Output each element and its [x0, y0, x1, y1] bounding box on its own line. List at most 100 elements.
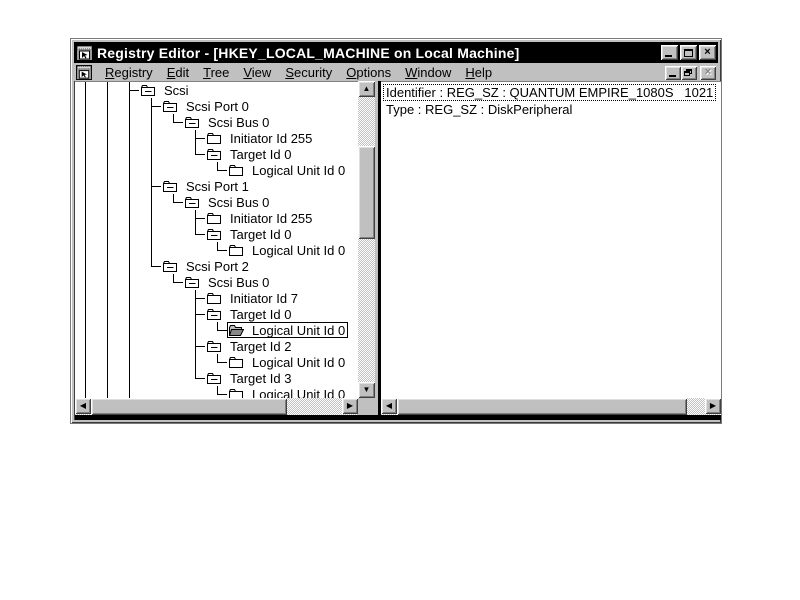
registry-tree-panel[interactable]: ScsiScsi Port 0Scsi Bus 0Initiator Id 25… [75, 81, 358, 398]
scroll-up-button[interactable]: ▲ [358, 81, 375, 97]
tree-item-scsi-bus-0[interactable]: Scsi Bus 0 [183, 274, 272, 290]
tree-guide-line [151, 146, 152, 162]
tree-item-initiator-id-255[interactable]: Initiator Id 255 [205, 130, 315, 146]
tree-item-scsi-port-1[interactable]: Scsi Port 1 [161, 178, 252, 194]
menu-item-edit[interactable]: Edit [160, 65, 196, 80]
value-row-type[interactable]: Type : REG_SZ : DiskPeripheral [383, 101, 575, 118]
tree-row: Scsi Bus 0 [75, 114, 358, 130]
tree-guide-line [151, 226, 152, 242]
expanded-folder-icon [162, 259, 182, 273]
tree-item-target-id-0[interactable]: Target Id 0 [205, 306, 294, 322]
tree-row: Scsi Port 0 [75, 98, 358, 114]
expanded-folder-icon [184, 195, 204, 209]
tree-item-target-id-0[interactable]: Target Id 0 [205, 146, 294, 162]
tree-guide-line [195, 234, 205, 235]
scrollbar-track[interactable] [358, 81, 375, 398]
window-bottom-edge [75, 415, 721, 420]
tree-guide-line [195, 218, 205, 219]
value-horizontal-scrollbar[interactable]: ◀ ▶ [381, 398, 721, 415]
scroll-right-button[interactable]: ▶ [705, 398, 721, 414]
tree-guide-line [195, 322, 196, 338]
tree-guide-line [195, 154, 205, 155]
scrollbar-thumb[interactable] [358, 146, 375, 239]
closed-folder-icon [228, 387, 248, 398]
scroll-right-button[interactable]: ▶ [342, 398, 358, 414]
tree-row: Initiator Id 255 [75, 210, 358, 226]
splitter-handle[interactable] [358, 398, 378, 415]
menu-item-tree[interactable]: Tree [196, 65, 236, 80]
tree-item-scsi-bus-0[interactable]: Scsi Bus 0 [183, 114, 272, 130]
expanded-folder-icon [206, 307, 226, 321]
tree-guide-line [217, 362, 227, 363]
tree-item-label: Logical Unit Id 0 [252, 163, 345, 178]
tree-row: Logical Unit Id 0 [75, 386, 358, 398]
tree-item-scsi[interactable]: Scsi [139, 82, 192, 98]
menu-item-registry[interactable]: Registry [98, 65, 160, 80]
expanded-folder-icon [206, 339, 226, 353]
scroll-left-button[interactable]: ◀ [381, 398, 397, 414]
tree-item-logical-unit-id-0[interactable]: Logical Unit Id 0 [227, 162, 348, 178]
tree-guide-line [217, 250, 227, 251]
tree-item-initiator-id-255[interactable]: Initiator Id 255 [205, 210, 315, 226]
tree-guide-line [195, 346, 205, 347]
tree-item-target-id-3[interactable]: Target Id 3 [205, 370, 294, 386]
scroll-down-button[interactable]: ▼ [358, 382, 375, 398]
scroll-left-button[interactable]: ◀ [75, 398, 91, 414]
closed-folder-icon [228, 163, 248, 177]
tree-item-label: Logical Unit Id 0 [252, 243, 345, 258]
menu-item-view[interactable]: View [236, 65, 278, 80]
tree-row: Target Id 3 [75, 370, 358, 386]
closed-folder-icon [228, 243, 248, 257]
tree-guide-line [129, 90, 139, 91]
mdi-close-button[interactable]: × [700, 66, 716, 80]
close-button[interactable]: × [699, 45, 716, 60]
tree-row: Target Id 2 [75, 338, 358, 354]
menu-items: RegistryEditTreeViewSecurityOptionsWindo… [98, 65, 499, 80]
expanded-folder-icon [206, 147, 226, 161]
scrollbar-thumb[interactable] [397, 398, 687, 415]
tree-item-target-id-2[interactable]: Target Id 2 [205, 338, 294, 354]
tree-item-label: Logical Unit Id 0 [252, 355, 345, 370]
tree-guide-line [173, 122, 183, 123]
tree-item-scsi-port-0[interactable]: Scsi Port 0 [161, 98, 252, 114]
tree-item-scsi-port-2[interactable]: Scsi Port 2 [161, 258, 252, 274]
tree-item-logical-unit-id-0[interactable]: Logical Unit Id 0 [227, 354, 348, 370]
mdi-restore-button[interactable] [681, 66, 697, 80]
tree-horizontal-scrollbar[interactable]: ◀ ▶ [75, 398, 358, 415]
tree-guide-line [151, 266, 161, 267]
tree-row: Logical Unit Id 0 [75, 354, 358, 370]
tree-guide-line [151, 106, 161, 107]
tree-item-logical-unit-id-0[interactable]: Logical Unit Id 0 [227, 322, 348, 338]
tree-vertical-scrollbar[interactable]: ▲ ▼ [358, 81, 375, 398]
menu-item-help[interactable]: Help [458, 65, 499, 80]
tree-item-scsi-bus-0[interactable]: Scsi Bus 0 [183, 194, 272, 210]
tree-item-logical-unit-id-0[interactable]: Logical Unit Id 0 [227, 386, 348, 398]
scrollbar-thumb[interactable] [91, 398, 287, 415]
value-panel[interactable]: Identifier : REG_SZ : QUANTUM EMPIRE_108… [381, 81, 721, 398]
menu-item-window[interactable]: Window [398, 65, 458, 80]
mdi-minimize-button[interactable] [665, 66, 681, 80]
scroll-right-icon: ▶ [347, 402, 353, 410]
window-title: Registry Editor - [HKEY_LOCAL_MACHINE on… [97, 45, 519, 61]
title-bar[interactable]: Registry Editor - [HKEY_LOCAL_MACHINE on… [74, 42, 718, 63]
app-icon [76, 45, 93, 61]
minimize-button[interactable] [661, 45, 678, 60]
menu-item-options[interactable]: Options [339, 65, 398, 80]
tree-guide-line [151, 210, 152, 226]
maximize-button[interactable] [680, 45, 697, 60]
value-row-identifier[interactable]: Identifier : REG_SZ : QUANTUM EMPIRE_108… [383, 84, 716, 101]
tree-item-initiator-id-7[interactable]: Initiator Id 7 [205, 290, 301, 306]
tree-guide-line [173, 202, 183, 203]
tree-guide-line [151, 130, 152, 146]
tree-item-logical-unit-id-0[interactable]: Logical Unit Id 0 [227, 242, 348, 258]
scroll-down-icon: ▼ [363, 386, 371, 394]
expanded-folder-icon [140, 83, 160, 97]
tree-guide-line [151, 186, 161, 187]
tree-row: Initiator Id 7 [75, 290, 358, 306]
tree-item-label: Target Id 2 [230, 339, 291, 354]
tree-item-target-id-0[interactable]: Target Id 0 [205, 226, 294, 242]
menu-item-security[interactable]: Security [278, 65, 339, 80]
tree-row: Target Id 0 [75, 306, 358, 322]
mdi-child-icon [76, 65, 92, 80]
tree-item-label: Initiator Id 7 [230, 291, 298, 306]
